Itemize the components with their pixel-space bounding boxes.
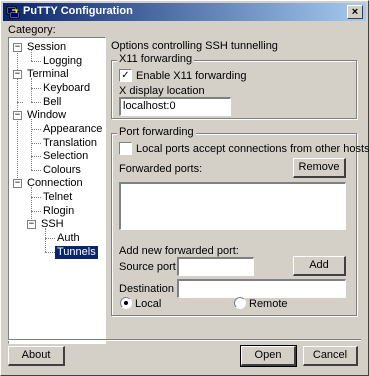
local-radio-label: Local — [135, 298, 162, 310]
tree-connector — [45, 228, 46, 252]
x11-group-label: X11 forwarding — [117, 53, 195, 65]
remote-radio[interactable] — [234, 297, 246, 309]
title-bar[interactable]: PuTTY Configuration × — [3, 3, 366, 21]
collapse-icon[interactable]: − — [13, 179, 22, 188]
tree-connector — [31, 197, 41, 198]
window-title: PuTTY Configuration — [23, 5, 133, 17]
tree-connector — [31, 129, 41, 130]
tree-connector — [45, 252, 55, 253]
category-tree[interactable]: − Session Logging − Terminal Keyboard Be… — [8, 37, 106, 344]
tree-connector — [31, 88, 41, 89]
x11-enable-checkbox[interactable]: ✓ — [119, 69, 132, 82]
tree-item-telnet[interactable]: Telnet — [41, 191, 74, 204]
tree-item-session[interactable]: Session — [25, 41, 68, 54]
category-label: Category: — [8, 24, 56, 36]
collapse-icon[interactable]: − — [13, 70, 22, 79]
tree-connector — [45, 238, 55, 239]
tree-item-colours[interactable]: Colours — [41, 164, 83, 177]
close-button[interactable]: × — [347, 5, 363, 19]
x11-enable-label: Enable X11 forwarding — [136, 70, 247, 82]
tree-item-auth[interactable]: Auth — [55, 232, 82, 245]
add-new-port-label: Add new forwarded port: — [119, 245, 239, 257]
tree-item-appearance[interactable]: Appearance — [41, 123, 104, 136]
separator — [8, 339, 361, 341]
x-display-input[interactable]: localhost:0 — [119, 97, 231, 116]
tree-connector — [31, 211, 41, 212]
radio-selected-dot — [124, 301, 128, 305]
tree-connector — [31, 170, 41, 171]
panel-heading: Options controlling SSH tunnelling — [111, 40, 278, 52]
tree-item-connection[interactable]: Connection — [25, 177, 85, 190]
forwarded-ports-list[interactable] — [119, 182, 346, 230]
remote-radio-label: Remote — [249, 298, 288, 310]
tree-connector — [31, 119, 32, 170]
tree-item-bell[interactable]: Bell — [41, 96, 63, 109]
about-button[interactable]: About — [8, 346, 65, 366]
tree-connector — [31, 78, 32, 102]
destination-input[interactable] — [177, 279, 346, 298]
source-port-input[interactable] — [177, 257, 254, 276]
tree-item-selection[interactable]: Selection — [41, 150, 90, 163]
tree-connector — [31, 102, 41, 103]
source-port-label: Source port — [119, 261, 176, 273]
tree-item-keyboard[interactable]: Keyboard — [41, 82, 92, 95]
tree-item-logging[interactable]: Logging — [41, 55, 84, 68]
tree-item-rlogin[interactable]: Rlogin — [41, 205, 76, 218]
tree-item-ssh[interactable]: SSH — [39, 218, 66, 231]
add-button[interactable]: Add — [293, 256, 346, 276]
tree-item-translation[interactable]: Translation — [41, 137, 99, 150]
tree-item-tunnels[interactable]: Tunnels — [55, 246, 98, 259]
tree-connector — [31, 61, 41, 62]
tree-item-window[interactable]: Window — [25, 109, 68, 122]
local-ports-checkbox[interactable] — [119, 142, 132, 155]
collapse-icon[interactable]: − — [27, 220, 36, 229]
remove-button[interactable]: Remove — [293, 158, 346, 178]
x-display-label: X display location — [119, 85, 205, 97]
collapse-icon[interactable]: − — [13, 111, 22, 120]
local-radio[interactable] — [120, 297, 132, 309]
open-button[interactable]: Open — [240, 345, 297, 367]
putty-config-window: PuTTY Configuration × Category: − Sessio… — [0, 0, 369, 376]
tree-connector — [31, 143, 41, 144]
forwarded-ports-label: Forwarded ports: — [119, 163, 203, 175]
tree-item-terminal[interactable]: Terminal — [25, 68, 71, 81]
tree-connector — [17, 102, 23, 103]
putty-icon — [6, 6, 20, 19]
port-forwarding-label: Port forwarding — [117, 126, 196, 138]
cancel-button[interactable]: Cancel — [303, 346, 358, 366]
destination-label: Destination — [119, 283, 175, 295]
collapse-icon[interactable]: − — [13, 43, 22, 52]
local-ports-label: Local ports accept connections from othe… — [136, 143, 369, 155]
tree-connector — [31, 156, 41, 157]
